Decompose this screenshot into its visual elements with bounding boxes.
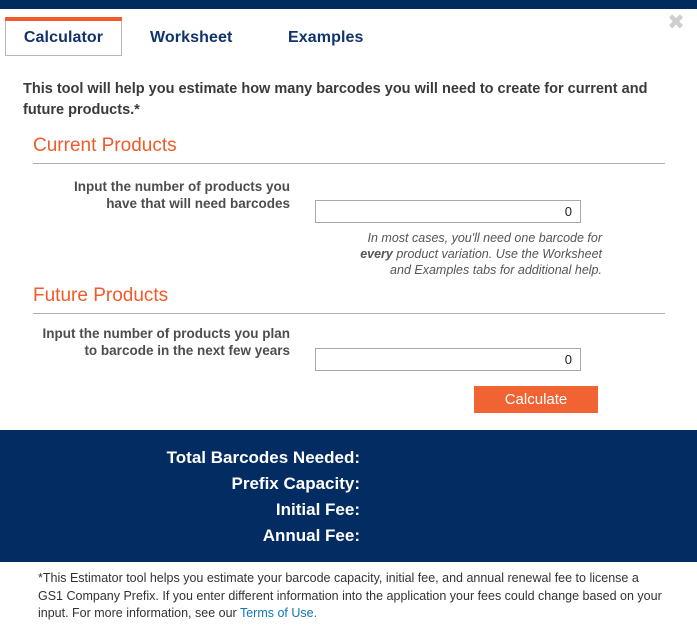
future-products-label: Input the number of products you plan to…: [42, 326, 291, 358]
intro-text: This tool will help you estimate how man…: [23, 81, 648, 118]
terms-of-use-link[interactable]: Terms of Use.: [240, 606, 317, 620]
tab-bar: Calculator Worksheet Examples: [0, 17, 697, 57]
current-products-input[interactable]: [315, 200, 581, 223]
calculate-button[interactable]: Calculate: [474, 386, 598, 413]
current-products-label: Input the number of products you have th…: [74, 179, 290, 211]
tab-examples[interactable]: Examples: [288, 17, 364, 58]
tab-worksheet[interactable]: Worksheet: [150, 17, 232, 58]
result-label-annual-fee: Annual Fee:: [262, 526, 360, 545]
footer-disclaimer: *This Estimator tool helps you estimate …: [38, 570, 664, 623]
result-label-total-barcodes-needed: Total Barcodes Needed:: [166, 448, 360, 467]
window-top-strip: [0, 0, 697, 9]
tab-calculator[interactable]: Calculator: [5, 17, 122, 56]
current-products-help-text: In most cases, you'll need one barcode f…: [340, 230, 602, 278]
result-label-prefix-capacity: Prefix Capacity:: [231, 474, 361, 493]
result-label-initial-fee: Initial Fee:: [275, 500, 360, 519]
barcode-estimator-window: ✖ Calculator Worksheet Examples This too…: [0, 0, 697, 640]
help-text-suffix: product variation. Use the Worksheet and…: [390, 247, 602, 277]
results-panel: Total Barcodes Needed: Prefix Capacity: …: [0, 430, 697, 562]
tab-calculator-label: Calculator: [23, 29, 104, 46]
help-text-emphasis: every: [360, 247, 393, 261]
section-heading-current-products: Current Products: [33, 135, 665, 164]
footer-text: *This Estimator tool helps you estimate …: [38, 571, 662, 620]
section-heading-future-products: Future Products: [33, 285, 665, 314]
help-text-prefix: In most cases, you'll need one barcode f…: [367, 231, 602, 245]
future-products-input[interactable]: [315, 348, 581, 371]
